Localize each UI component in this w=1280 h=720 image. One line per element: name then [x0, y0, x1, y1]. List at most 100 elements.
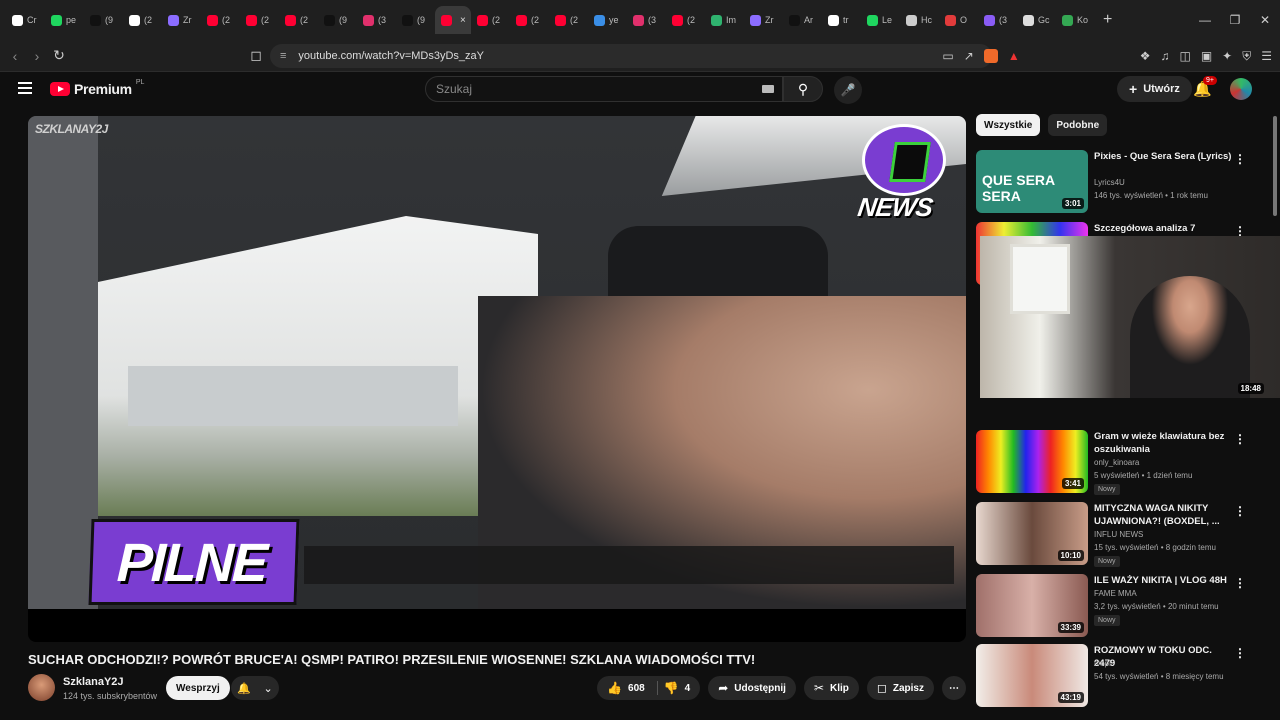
reload-icon[interactable]: ↻: [48, 47, 70, 64]
browser-tab[interactable]: Hc: [900, 6, 939, 34]
browser-tab[interactable]: Gc: [1017, 6, 1056, 34]
video-player[interactable]: SZKLANAY2J NEWS PILNE: [28, 116, 966, 642]
chip-0[interactable]: Wszystkie: [976, 114, 1041, 136]
browser-tab[interactable]: Zr: [744, 6, 783, 34]
support-button[interactable]: Wesprzyj: [166, 676, 230, 700]
new-tab-button[interactable]: +: [1103, 11, 1112, 29]
video-title[interactable]: Pixies - Que Sera Sera (Lyrics): [1094, 150, 1234, 163]
more-vertical-icon[interactable]: ⋮: [1234, 152, 1246, 166]
brave-shield-icon[interactable]: [983, 49, 998, 63]
account-avatar[interactable]: [1230, 78, 1252, 100]
browser-tab[interactable]: pe: [45, 6, 84, 34]
scrollbar-thumb[interactable]: [1273, 116, 1277, 216]
bookmark-icon[interactable]: ◻: [245, 47, 267, 64]
browser-tab[interactable]: Im: [705, 6, 744, 34]
search-input[interactable]: Szukaj: [425, 76, 783, 102]
browser-tab[interactable]: (2: [240, 6, 279, 34]
keyboard-icon[interactable]: [762, 85, 774, 93]
browser-tab[interactable]: Cr: [6, 6, 45, 34]
recommended-video[interactable]: QUE SERA SERA 3:01 Pixies - Que Sera Sera …: [976, 150, 1270, 214]
video-title[interactable]: ILE WAŻY NIKITA | VLOG 48H: [1094, 574, 1234, 587]
video-thumbnail[interactable]: QUE SERA SERA 3:01: [976, 150, 1088, 213]
minimize-icon[interactable]: —: [1190, 13, 1220, 27]
thumb-down-icon[interactable]: 👎: [664, 681, 679, 695]
recommended-video[interactable]: 43:19 ROZMOWY W TOKU ODC. 2479 tvnpl 54 tys…: [976, 644, 1270, 708]
close-window-icon[interactable]: ✕: [1250, 13, 1280, 27]
video-channel[interactable]: tvnpl: [1094, 659, 1111, 668]
recommended-video[interactable]: 33:39 ILE WAŻY NIKITA | VLOG 48H FAME MMA 3…: [976, 574, 1270, 638]
voice-search-button[interactable]: 🎤: [834, 76, 862, 104]
sidebar-icon[interactable]: ◫: [1179, 49, 1190, 63]
browser-tab[interactable]: Ar: [783, 6, 822, 34]
more-vertical-icon[interactable]: ⋮: [1234, 646, 1246, 660]
vpn-icon[interactable]: ⛨: [1242, 49, 1251, 64]
like-button[interactable]: 👍 608 👎 4: [597, 676, 701, 700]
video-title[interactable]: MITYCZNA WAGA NIKITY UJAWNIONA?! (BOXDEL…: [1094, 502, 1234, 528]
browser-tab[interactable]: (2: [471, 6, 510, 34]
share-page-icon[interactable]: ↗: [964, 49, 974, 63]
back-icon[interactable]: ‹: [4, 48, 26, 64]
guide-menu-icon[interactable]: [18, 82, 32, 94]
video-title[interactable]: Szczegółowa analiza 7: [1094, 222, 1234, 235]
video-channel[interactable]: only_kinoara: [1094, 458, 1139, 467]
close-tab-icon[interactable]: ×: [460, 15, 466, 26]
save-button[interactable]: ◻ Zapisz: [866, 676, 934, 700]
channel-avatar[interactable]: [28, 674, 55, 701]
browser-tab[interactable]: Le: [861, 6, 900, 34]
video-thumbnail[interactable]: 10:10: [976, 502, 1088, 565]
address-bar[interactable]: ≡ youtube.com/watch?v=MDs3yDs_zaY: [270, 44, 992, 68]
browser-tab[interactable]: (3: [978, 6, 1017, 34]
search-button[interactable]: ⚲: [783, 76, 823, 102]
browser-tab[interactable]: (9: [396, 6, 435, 34]
site-info-icon[interactable]: ≡: [280, 50, 286, 62]
video-channel[interactable]: FAME MMA: [1094, 589, 1137, 598]
more-actions-button[interactable]: ⋯: [942, 676, 966, 700]
browser-tab[interactable]: ye: [588, 6, 627, 34]
channel-name[interactable]: SzklanaY2J: [63, 676, 124, 688]
extensions-icon[interactable]: ❖: [1140, 49, 1151, 63]
more-vertical-icon[interactable]: ⋮: [1234, 576, 1246, 590]
video-thumbnail[interactable]: 3:41: [976, 430, 1088, 493]
media-icon[interactable]: ♫: [1160, 49, 1169, 63]
maximize-icon[interactable]: ❐: [1220, 13, 1250, 27]
browser-tab[interactable]: (3: [357, 6, 396, 34]
browser-tab[interactable]: (2: [123, 6, 162, 34]
notifications-button[interactable]: 🔔 9+: [1193, 76, 1217, 98]
cast-icon[interactable]: ▭: [942, 49, 953, 63]
video-thumbnail[interactable]: 33:39: [976, 574, 1088, 637]
create-button[interactable]: + Utwórz: [1117, 76, 1192, 102]
browser-tab[interactable]: (2: [549, 6, 588, 34]
clip-button[interactable]: ✂ Klip: [803, 676, 859, 700]
page-scrollbar[interactable]: [1272, 116, 1278, 716]
video-thumbnail[interactable]: 43:19: [976, 644, 1088, 707]
recommended-video[interactable]: 10:10 MITYCZNA WAGA NIKITY UJAWNIONA?! (B…: [976, 502, 1270, 567]
browser-tab[interactable]: (2: [666, 6, 705, 34]
brave-rewards-icon[interactable]: ▲: [1008, 49, 1020, 63]
video-title[interactable]: Gram w wieże klawiatura bez oszukiwania: [1094, 430, 1234, 456]
more-vertical-icon[interactable]: ⋮: [1234, 504, 1246, 518]
browser-tab[interactable]: ×: [435, 6, 471, 34]
recommended-video[interactable]: 3:41 Gram w wieże klawiatura bez oszukiwa…: [976, 430, 1270, 495]
video-channel[interactable]: Lyrics4U: [1094, 178, 1125, 187]
browser-tab[interactable]: Zr: [162, 6, 201, 34]
browser-tab[interactable]: (9: [84, 6, 123, 34]
browser-tab[interactable]: (3: [627, 6, 666, 34]
browser-tab[interactable]: (2: [510, 6, 549, 34]
menu-icon[interactable]: ☰: [1261, 49, 1272, 63]
browser-tab[interactable]: (9: [318, 6, 357, 34]
browser-tab[interactable]: Ko: [1056, 6, 1095, 34]
forward-icon[interactable]: ›: [26, 48, 48, 64]
video-title[interactable]: ROZMOWY W TOKU ODC. 2479: [1094, 644, 1234, 670]
browser-tab[interactable]: (2: [201, 6, 240, 34]
browser-tab[interactable]: (2: [279, 6, 318, 34]
share-button[interactable]: ➦ Udostępnij: [708, 676, 796, 700]
chip-1[interactable]: Podobne: [1048, 114, 1108, 136]
leo-icon[interactable]: ✦: [1222, 49, 1232, 63]
wallet-icon[interactable]: ▣: [1201, 49, 1212, 63]
more-vertical-icon[interactable]: ⋮: [1234, 432, 1246, 446]
browser-tab[interactable]: O: [939, 6, 978, 34]
youtube-premium-logo[interactable]: Premium PL: [50, 79, 144, 97]
browser-tab[interactable]: tr: [822, 6, 861, 34]
video-channel[interactable]: INFLU NEWS: [1094, 530, 1143, 539]
subscription-notifications-button[interactable]: 🔔 ⌄: [231, 676, 279, 700]
